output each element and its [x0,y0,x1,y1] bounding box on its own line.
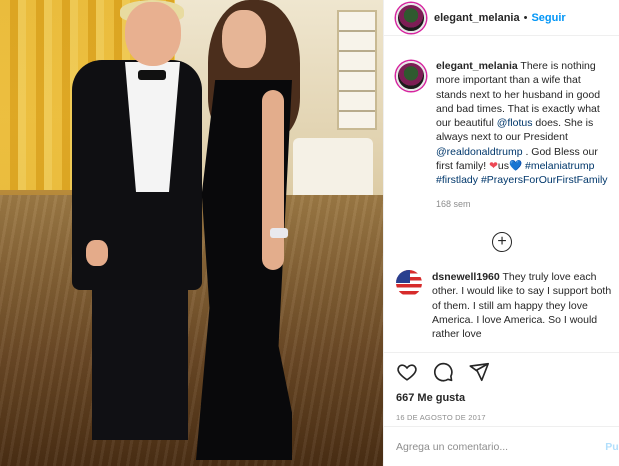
caption-text: elegant_melania There is nothing more im… [436,59,612,211]
comment-icon[interactable] [432,361,454,383]
likes-count[interactable]: 667 Me gusta [396,392,608,404]
post-header: elegant_melania • Seguir [384,0,619,36]
header-separator: • [523,11,528,24]
blue-heart-emoji: 💙 [509,160,523,173]
photo-table [293,138,373,198]
share-icon[interactable] [468,361,490,383]
caption-avatar[interactable] [396,61,426,91]
instagram-post: elegant_melania • Seguir elegant_melania… [0,0,619,466]
post-actions: 667 Me gusta 16 DE AGOSTO DE 2017 [384,352,619,422]
publish-button[interactable]: Publ [605,441,619,453]
caption-timestamp[interactable]: 168 sem [436,197,612,211]
load-more-comments: + [384,231,619,252]
heart-icon[interactable] [396,361,418,383]
follow-button[interactable]: Seguir [531,12,565,24]
hashtag-prayersforourfirstfamily[interactable]: #PrayersForOurFirstFamily [481,174,608,186]
comment-text: dsnewell1960 They truly love each other.… [432,270,612,341]
commenter-avatar[interactable] [396,269,422,296]
comment-item: dsnewell1960 They truly love each other.… [384,252,619,341]
post-photo[interactable] [0,0,383,466]
post-side-panel: elegant_melania • Seguir elegant_melania… [383,0,619,466]
photo-woman-face [222,10,266,68]
post-date[interactable]: 16 DE AGOSTO DE 2017 [396,413,608,422]
red-heart-emoji: ❤ [489,160,498,173]
mention-flotus[interactable]: @flotus [497,117,533,129]
commenter-username[interactable]: dsnewell1960 [432,271,500,283]
comment-input[interactable] [396,440,586,453]
caption-text-us: us [497,160,509,173]
add-comment-bar: Publ [384,426,619,466]
author-avatar[interactable] [396,2,426,33]
plus-circle-icon[interactable]: + [492,231,512,252]
photo-window [337,10,377,130]
hashtag-melaniatrump[interactable]: #melaniatrump [525,160,594,172]
comments-area[interactable]: elegant_melania There is nothing more im… [384,37,619,351]
author-username[interactable]: elegant_melania [434,12,520,24]
hashtag-firstlady[interactable]: #firstlady [436,174,478,186]
photo-man-hand [86,240,108,266]
mention-realdonaldtrump[interactable]: @realdonaldtrump [436,146,523,158]
photo-man-bowtie [138,70,166,80]
photo-woman-arm [262,90,284,270]
action-icons [396,361,608,383]
caption-username[interactable]: elegant_melania [436,60,518,72]
photo-man-head [125,2,181,66]
caption: elegant_melania There is nothing more im… [384,37,619,211]
photo-woman-bracelet [270,228,288,238]
photo-man-legs [92,280,188,440]
